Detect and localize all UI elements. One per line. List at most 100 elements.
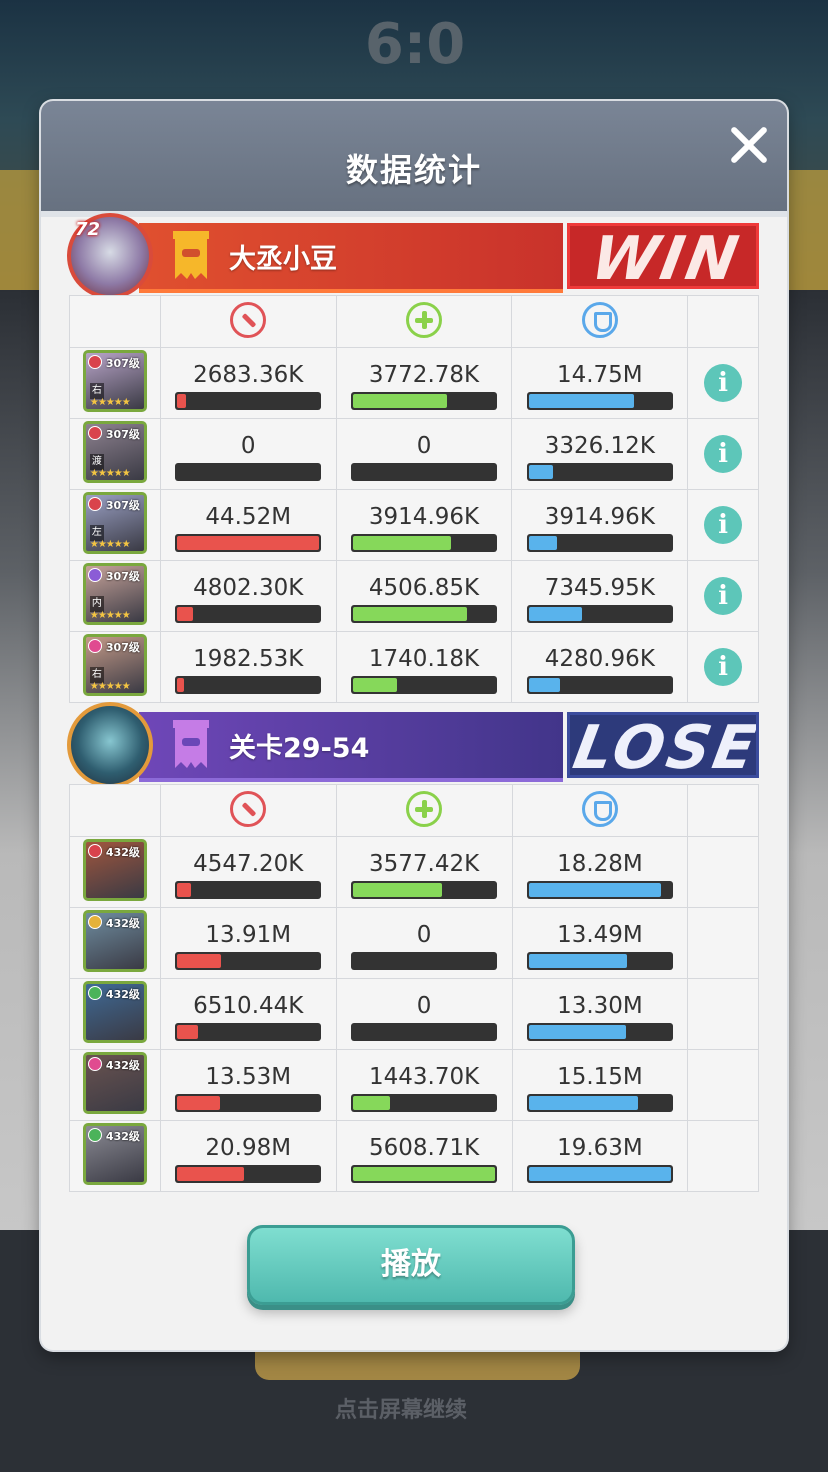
- damage-bar-fill: [177, 954, 222, 968]
- damage-bar-fill: [177, 1025, 199, 1039]
- defense-cell: 4280.96K: [511, 631, 689, 703]
- hero-stars: ★★★★★: [89, 539, 131, 550]
- team-flag-icon: [173, 231, 209, 279]
- heal-cell: 3772.78K: [335, 347, 513, 419]
- hero-faction-icon: [87, 986, 102, 1000]
- damage-bar: [175, 463, 322, 481]
- hero-row: 307级 右 ★★★★★ 2683.36K 3772.78K 14.75M i: [69, 347, 759, 419]
- heal-bar-fill: [353, 883, 443, 897]
- heal-bar-fill: [353, 394, 447, 408]
- hero-faction-icon: [87, 426, 102, 440]
- hero-level: 432级: [105, 917, 140, 930]
- damage-bar: [175, 676, 322, 694]
- defense-cell: 14.75M: [511, 347, 689, 419]
- team-avatar: 72: [67, 213, 153, 299]
- damage-bar: [175, 952, 322, 970]
- hero-portrait[interactable]: 307级 右 ★★★★★: [82, 634, 147, 696]
- damage-value: 4802.30K: [193, 575, 304, 601]
- heal-cell: 1443.70K: [335, 1049, 513, 1121]
- defense-bar-fill: [528, 394, 634, 408]
- hero-level: 307级: [105, 641, 140, 654]
- info-icon[interactable]: i: [704, 435, 743, 473]
- info-cell: [687, 1049, 759, 1121]
- info-cell: i: [687, 560, 759, 632]
- hero-cell: 432级: [69, 836, 161, 908]
- stats-header-row: [69, 784, 759, 837]
- heal-bar: [351, 1094, 498, 1112]
- hero-portrait[interactable]: 307级 内 ★★★★★: [82, 563, 147, 625]
- hero-portrait[interactable]: 307级 左 ★★★★★: [82, 492, 147, 554]
- damage-bar-fill: [177, 1167, 245, 1181]
- info-cell: [687, 907, 759, 979]
- heal-bar: [351, 463, 497, 481]
- damage-value: 13.91M: [205, 922, 292, 948]
- damage-value: 4547.20K: [193, 851, 304, 877]
- hero-faction-icon: [87, 915, 102, 929]
- hero-portrait[interactable]: 432级: [82, 839, 147, 901]
- damage-bar: [175, 605, 322, 623]
- damage-cell: 13.53M: [159, 1049, 337, 1121]
- defense-bar: [526, 463, 673, 481]
- hero-cell: 432级: [69, 1120, 161, 1192]
- hero-row: 307级 渡 ★★★★★ 0 0 3326.12K i: [69, 418, 759, 490]
- header-heal-cell: [335, 295, 513, 348]
- panel-header: 数据统计: [41, 101, 787, 217]
- hero-cell: 307级 渡 ★★★★★: [69, 418, 161, 490]
- heal-bar: [351, 392, 497, 410]
- play-button[interactable]: 播放: [247, 1225, 575, 1305]
- defense-cell: 15.15M: [511, 1049, 689, 1121]
- hero-row: 307级 右 ★★★★★ 1982.53K 1740.18K 4280.96K: [69, 631, 759, 703]
- close-icon[interactable]: [727, 123, 771, 167]
- heal-value: 3914.96K: [368, 504, 480, 530]
- hero-level: 307级: [105, 499, 140, 512]
- hero-stars: ★★★★★: [89, 468, 131, 479]
- heal-bar: [351, 881, 498, 899]
- team-banner: 大丞小豆: [139, 223, 563, 293]
- header-hero-cell: [69, 784, 161, 837]
- damage-bar-fill: [177, 536, 320, 550]
- info-icon[interactable]: i: [704, 506, 743, 544]
- info-icon[interactable]: i: [704, 364, 743, 402]
- heal-value: 1443.70K: [368, 1064, 480, 1090]
- hero-portrait[interactable]: 432级: [82, 981, 147, 1043]
- info-cell: i: [687, 418, 759, 490]
- defense-value: 19.63M: [557, 1135, 643, 1161]
- hero-level: 432级: [105, 1130, 140, 1143]
- hero-portrait[interactable]: 307级 右 ★★★★★: [82, 350, 147, 412]
- defense-icon: [581, 790, 618, 827]
- panel-title: 数据统计: [345, 151, 482, 189]
- defense-bar: [526, 392, 673, 410]
- header-hero-cell: [69, 295, 161, 348]
- hero-cell: 432级: [69, 1049, 161, 1121]
- header-damage-cell: [159, 295, 337, 348]
- result-badge: WIN: [567, 223, 759, 289]
- hero-portrait[interactable]: 307级 渡 ★★★★★: [82, 421, 147, 483]
- hero-portrait[interactable]: 432级: [82, 1052, 147, 1114]
- defense-bar: [526, 1165, 673, 1183]
- hero-portrait[interactable]: 432级: [82, 910, 147, 972]
- damage-bar-fill: [177, 1096, 221, 1110]
- defense-bar: [526, 1023, 673, 1041]
- info-icon[interactable]: i: [704, 648, 743, 686]
- info-cell: [687, 1120, 759, 1192]
- info-icon[interactable]: i: [704, 577, 743, 615]
- heal-value: 0: [416, 433, 432, 459]
- heal-icon: [406, 301, 442, 338]
- hero-level: 307级: [105, 570, 140, 583]
- team-avatar: [67, 702, 153, 788]
- hero-row: 432级 6510.44K 0 13.30M: [69, 978, 759, 1050]
- damage-bar-fill: [177, 883, 192, 897]
- hero-faction-icon: [87, 844, 102, 858]
- damage-cell: 2683.36K: [159, 347, 337, 419]
- hero-faction-icon: [87, 497, 102, 511]
- damage-cell: 6510.44K: [159, 978, 337, 1050]
- defense-bar: [526, 605, 673, 623]
- hero-faction-icon: [87, 355, 102, 369]
- header-heal-cell: [335, 784, 513, 837]
- defense-bar: [526, 676, 673, 694]
- damage-bar: [175, 392, 322, 410]
- defense-value: 13.49M: [557, 922, 643, 948]
- hero-portrait[interactable]: 432级: [82, 1123, 147, 1185]
- damage-value: 13.53M: [205, 1064, 292, 1090]
- damage-value: 20.98M: [205, 1135, 292, 1161]
